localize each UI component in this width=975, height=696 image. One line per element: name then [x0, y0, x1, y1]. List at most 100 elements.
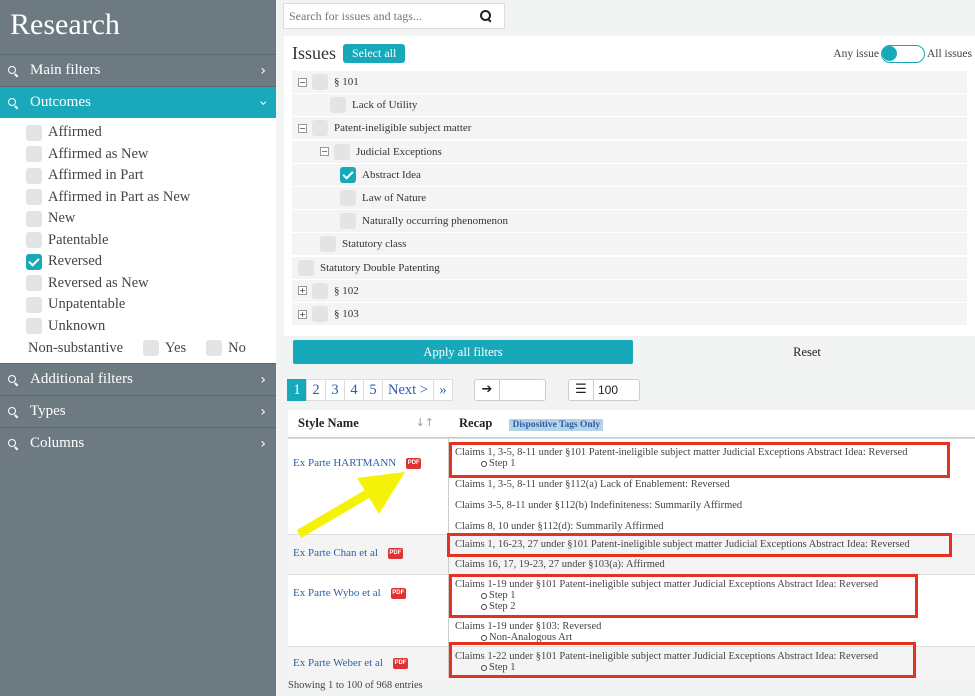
checkbox[interactable] — [340, 213, 356, 230]
next-page-button[interactable]: Next > — [382, 379, 434, 401]
column-header-style-name[interactable]: Style Name ↓↑ — [288, 416, 438, 431]
case-name-link[interactable]: Ex Parte Weber et al PDF — [293, 657, 408, 669]
recap-text: Claims 3-5, 8-11 under §112(b) Indefinit… — [455, 500, 743, 511]
checkbox-checked[interactable] — [26, 253, 42, 270]
checkbox[interactable] — [26, 275, 42, 292]
checkbox-checked[interactable] — [340, 166, 356, 183]
section-label: Columns — [30, 435, 85, 451]
non-substantive-yes-checkbox[interactable] — [143, 340, 160, 356]
section-types[interactable]: Types › — [0, 395, 276, 427]
issue-tree-row[interactable]: Statutory Double Patenting — [292, 256, 967, 279]
toggle-right-label: All issues — [926, 48, 972, 60]
page-2[interactable]: 2 — [306, 379, 326, 401]
issue-tree-row[interactable]: + § 103 — [292, 303, 967, 325]
checkbox[interactable] — [312, 74, 328, 90]
apply-filters-button[interactable]: Apply all filters — [293, 340, 633, 364]
toggle-switch[interactable] — [880, 45, 925, 63]
pdf-icon[interactable]: PDF — [390, 587, 406, 599]
case-name-link[interactable]: Ex Parte Wybo et al PDF — [293, 587, 406, 599]
checkbox[interactable] — [26, 296, 42, 313]
outcome-affirmed-as-new[interactable]: Affirmed as New — [26, 144, 276, 166]
highlight-box — [449, 642, 916, 678]
collapse-icon[interactable]: − — [320, 147, 329, 157]
page-1[interactable]: 1 — [287, 379, 307, 401]
outcome-reversed-as-new[interactable]: Reversed as New — [26, 273, 276, 295]
checkbox[interactable] — [298, 259, 314, 276]
table-footer: Showing 1 to 100 of 968 entries — [288, 680, 423, 691]
checkbox[interactable] — [312, 306, 328, 322]
issue-label: Judicial Exceptions — [356, 145, 442, 158]
outcome-patentable[interactable]: Patentable — [26, 230, 276, 252]
outcome-new[interactable]: New — [26, 208, 276, 230]
issue-tree-row[interactable]: − Judicial Exceptions — [292, 140, 967, 163]
expand-icon[interactable]: + — [298, 309, 307, 319]
page-3[interactable]: 3 — [325, 379, 345, 401]
issue-tree-row[interactable]: + § 102 — [292, 279, 967, 302]
recap-item: Claims 3-5, 8-11 under §112(b) Indefinit… — [455, 500, 742, 511]
checkbox[interactable] — [26, 210, 42, 227]
checkbox[interactable] — [340, 190, 356, 206]
issue-tree-row[interactable]: Abstract Idea — [292, 163, 967, 186]
issue-tree-row[interactable]: − Patent-ineligible subject matter — [292, 117, 967, 140]
issue-label: Lack of Utility — [352, 99, 418, 112]
case-name[interactable]: Ex Parte Weber et al — [293, 657, 383, 669]
issue-tree-row[interactable]: − § 101 — [292, 71, 967, 93]
sort-icon[interactable]: ↓↑ — [416, 416, 434, 429]
collapse-icon[interactable]: − — [298, 77, 307, 87]
non-substantive-no-checkbox[interactable] — [206, 340, 223, 356]
pdf-icon[interactable]: PDF — [387, 547, 403, 559]
case-name-link[interactable]: Ex Parte Chan et al PDF — [293, 547, 403, 559]
outcome-reversed[interactable]: Reversed — [26, 251, 276, 273]
page-4[interactable]: 4 — [344, 379, 364, 401]
checkbox[interactable] — [26, 232, 42, 249]
expand-icon[interactable]: + — [298, 286, 307, 296]
section-additional-filters[interactable]: Additional filters › — [0, 363, 276, 395]
right-arrow-icon[interactable]: ➔ — [474, 379, 500, 401]
dispositive-tags-toggle[interactable]: Dispositive Tags Only — [509, 419, 604, 431]
checkbox[interactable] — [312, 120, 328, 137]
issue-label: § 102 — [334, 284, 359, 297]
outcome-unpatentable[interactable]: Unpatentable — [26, 294, 276, 316]
issue-tree-row[interactable]: Naturally occurring phenomenon — [292, 210, 967, 233]
search-icon[interactable] — [480, 10, 492, 22]
issues-title: Issues — [292, 42, 336, 63]
outcome-affirmed[interactable]: Affirmed — [26, 122, 276, 144]
checkbox[interactable] — [330, 97, 346, 114]
select-all-button[interactable]: Select all — [343, 43, 406, 63]
search-input[interactable] — [284, 8, 474, 24]
page-5[interactable]: 5 — [363, 379, 383, 401]
outcome-unknown[interactable]: Unknown — [26, 316, 276, 338]
case-name[interactable]: Ex Parte Chan et al — [293, 547, 378, 559]
recap-item: Claims 1-19 under §103: Reversed Non-Anal… — [455, 621, 601, 643]
checkbox[interactable] — [26, 167, 42, 184]
checkbox[interactable] — [26, 318, 42, 335]
section-outcomes[interactable]: Outcomes › — [0, 86, 276, 118]
issue-tree-row[interactable]: Law of Nature — [292, 187, 967, 209]
section-columns[interactable]: Columns › — [0, 427, 276, 459]
section-main-filters[interactable]: Main filters › — [0, 54, 276, 86]
case-name[interactable]: Ex Parte HARTMANN — [293, 457, 396, 469]
case-name[interactable]: Ex Parte Wybo et al — [293, 587, 381, 599]
sidebar: Research Main filters › Outcomes › Affir… — [0, 0, 276, 696]
collapse-icon[interactable]: − — [298, 123, 307, 133]
pdf-icon[interactable]: PDF — [406, 457, 422, 469]
checkbox[interactable] — [26, 146, 42, 163]
column-header-label: Recap — [459, 416, 493, 430]
issue-tree-row[interactable]: Lack of Utility — [292, 94, 967, 117]
checkbox[interactable] — [26, 124, 42, 141]
pdf-icon[interactable]: PDF — [392, 657, 408, 669]
last-page-button[interactable]: » — [433, 379, 453, 401]
case-name-link[interactable]: Ex Parte HARTMANN PDF — [293, 457, 422, 469]
checkbox[interactable] — [320, 236, 336, 253]
outcome-affirmed-in-part-as-new[interactable]: Affirmed in Part as New — [26, 187, 276, 209]
per-page-input[interactable]: 100 — [594, 379, 640, 401]
goto-page-input[interactable] — [500, 379, 546, 401]
checkbox[interactable] — [312, 282, 328, 299]
issue-tree-row[interactable]: Statutory class — [292, 233, 967, 256]
issue-label: § 103 — [334, 308, 359, 320]
reset-button[interactable]: Reset — [637, 340, 975, 364]
checkbox[interactable] — [334, 143, 350, 160]
outcome-affirmed-in-part[interactable]: Affirmed in Part — [26, 165, 276, 187]
search-bar — [283, 3, 505, 29]
checkbox[interactable] — [26, 189, 42, 206]
